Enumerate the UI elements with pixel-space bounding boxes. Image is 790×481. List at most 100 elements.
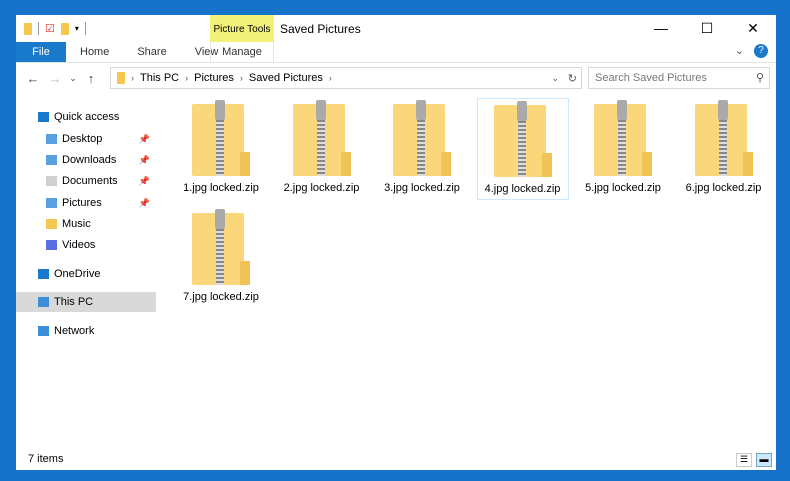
sidebar-item-pictures[interactable]: Pictures 📌 [16, 193, 156, 213]
title-bar: ☑ ▾ Picture Tools Saved Pictures — ☐ ✕ [16, 15, 776, 42]
folder-icon [24, 22, 32, 35]
tab-file[interactable]: File [16, 42, 66, 62]
tab-manage[interactable]: Manage [210, 42, 274, 63]
zip-folder-icon [291, 100, 353, 176]
navigation-bar: ← → ⌄ ↑ › This PC › Pictures › Saved Pictur… [16, 65, 776, 91]
picture-tools-label: Picture Tools [210, 15, 274, 42]
chevron-right-icon[interactable]: › [329, 73, 332, 83]
star-icon [38, 112, 49, 122]
file-name: 4.jpg locked.zip [484, 183, 561, 195]
breadcrumb-this-pc[interactable]: This PC [140, 72, 179, 84]
customize-dropdown-icon[interactable]: ▾ [75, 24, 79, 33]
tab-share[interactable]: Share [123, 42, 180, 62]
file-item[interactable]: 6.jpg locked.zip [678, 98, 770, 200]
sidebar-item-quick-access[interactable]: Quick access [16, 107, 156, 127]
close-button[interactable]: ✕ [730, 15, 776, 42]
sidebar-item-network[interactable]: Network [16, 321, 156, 341]
zip-folder-icon [693, 100, 755, 176]
minimize-button[interactable]: — [638, 15, 684, 42]
chevron-right-icon[interactable]: › [131, 73, 134, 83]
search-input[interactable]: Search Saved Pictures ⚲ [588, 67, 770, 89]
sidebar-item-label: Network [54, 325, 95, 337]
properties-icon[interactable]: ☑ [45, 22, 55, 35]
breadcrumb-pictures[interactable]: Pictures [194, 72, 234, 84]
file-name: 3.jpg locked.zip [384, 182, 460, 194]
sidebar-item-label: Quick access [54, 111, 120, 123]
quick-access-toolbar: ☑ ▾ [16, 22, 86, 35]
address-dropdown-icon[interactable]: ⌄ [551, 73, 559, 84]
cloud-icon [38, 269, 49, 279]
sidebar-item-documents[interactable]: Documents 📌 [16, 171, 156, 191]
file-item[interactable]: 3.jpg locked.zip [376, 98, 468, 200]
zip-folder-icon [492, 101, 554, 177]
folder-icon [46, 134, 57, 144]
sidebar-item-label: Music [62, 218, 91, 230]
documents-icon [46, 176, 57, 186]
item-count: 7 items [28, 453, 64, 465]
forward-button[interactable]: → [44, 71, 66, 86]
zip-folder-icon [190, 100, 252, 176]
file-item[interactable]: 4.jpg locked.zip [476, 98, 569, 200]
explorer-window: ☑ ▾ Picture Tools Saved Pictures — ☐ ✕ F… [16, 15, 776, 470]
sidebar-item-music[interactable]: Music [16, 214, 156, 234]
file-name: 6.jpg locked.zip [685, 182, 762, 194]
sidebar-item-videos[interactable]: Videos [16, 235, 156, 255]
sidebar-item-label: This PC [54, 296, 94, 308]
sidebar-item-label: OneDrive [54, 268, 101, 280]
recent-dropdown-icon[interactable]: ⌄ [66, 73, 80, 84]
pictures-icon [46, 198, 57, 208]
sidebar-item-label: Pictures [62, 197, 102, 209]
file-name: 1.jpg locked.zip [183, 182, 259, 194]
sidebar-item-downloads[interactable]: Downloads 📌 [16, 150, 156, 170]
maximize-button[interactable]: ☐ [684, 15, 730, 42]
navigation-pane: Quick access Desktop 📌 Downloads 📌 Documents 📌… [16, 97, 156, 447]
back-button[interactable]: ← [22, 71, 44, 86]
file-name: 2.jpg locked.zip [283, 182, 360, 194]
download-folder-icon [46, 155, 57, 165]
sidebar-item-this-pc[interactable]: This PC [16, 292, 156, 312]
sidebar-item-label: Downloads [62, 154, 117, 166]
music-icon [46, 219, 57, 229]
pin-icon[interactable]: 📌 [139, 193, 150, 213]
zip-folder-icon [391, 100, 453, 176]
window-title: Saved Pictures [280, 22, 361, 36]
pin-icon[interactable]: 📌 [139, 129, 150, 149]
chevron-right-icon[interactable]: › [240, 73, 243, 83]
chevron-right-icon[interactable]: › [185, 73, 188, 83]
computer-icon [38, 297, 49, 307]
divider [84, 22, 86, 35]
pin-icon[interactable]: 📌 [139, 171, 150, 191]
ribbon-tabs: File Home Share View Manage ⌄? [16, 42, 776, 63]
sidebar-item-label: Documents [62, 175, 118, 187]
file-item[interactable]: 5.jpg locked.zip [577, 98, 669, 200]
sidebar-item-onedrive[interactable]: OneDrive [16, 264, 156, 284]
file-item[interactable]: 7.jpg locked.zip [175, 207, 267, 309]
help-icon[interactable]: ? [754, 44, 768, 58]
videos-icon [46, 240, 57, 250]
refresh-icon[interactable]: ↻ [568, 72, 577, 85]
large-icons-view-button[interactable]: ▬ [756, 453, 772, 467]
sidebar-item-label: Desktop [62, 133, 103, 145]
pin-icon[interactable]: 📌 [139, 150, 150, 170]
file-list: 1.jpg locked.zip 2.jpg locked.zip 3.jpg lo… [171, 97, 776, 447]
details-view-button[interactable]: ☰ [736, 453, 752, 467]
file-item[interactable]: 2.jpg locked.zip [276, 98, 368, 200]
network-icon [38, 326, 49, 336]
new-folder-icon[interactable] [60, 22, 69, 35]
up-button[interactable]: ↑ [80, 71, 102, 86]
address-bar[interactable]: › This PC › Pictures › Saved Pictures › ⌄ ↻ [110, 67, 582, 89]
search-placeholder: Search Saved Pictures [595, 72, 707, 84]
file-name: 7.jpg locked.zip [183, 291, 259, 303]
zip-folder-icon [592, 100, 654, 176]
breadcrumb-saved-pictures[interactable]: Saved Pictures [249, 72, 323, 84]
divider [38, 22, 39, 35]
sidebar-item-label: Videos [62, 239, 96, 251]
folder-icon [117, 72, 125, 84]
expand-ribbon-icon[interactable]: ⌄ [735, 44, 744, 58]
file-item[interactable]: 1.jpg locked.zip [175, 98, 267, 200]
tab-home[interactable]: Home [66, 42, 123, 62]
search-icon: ⚲ [755, 72, 764, 84]
file-name: 5.jpg locked.zip [585, 182, 661, 194]
zip-folder-icon [190, 209, 252, 285]
sidebar-item-desktop[interactable]: Desktop 📌 [16, 129, 156, 149]
